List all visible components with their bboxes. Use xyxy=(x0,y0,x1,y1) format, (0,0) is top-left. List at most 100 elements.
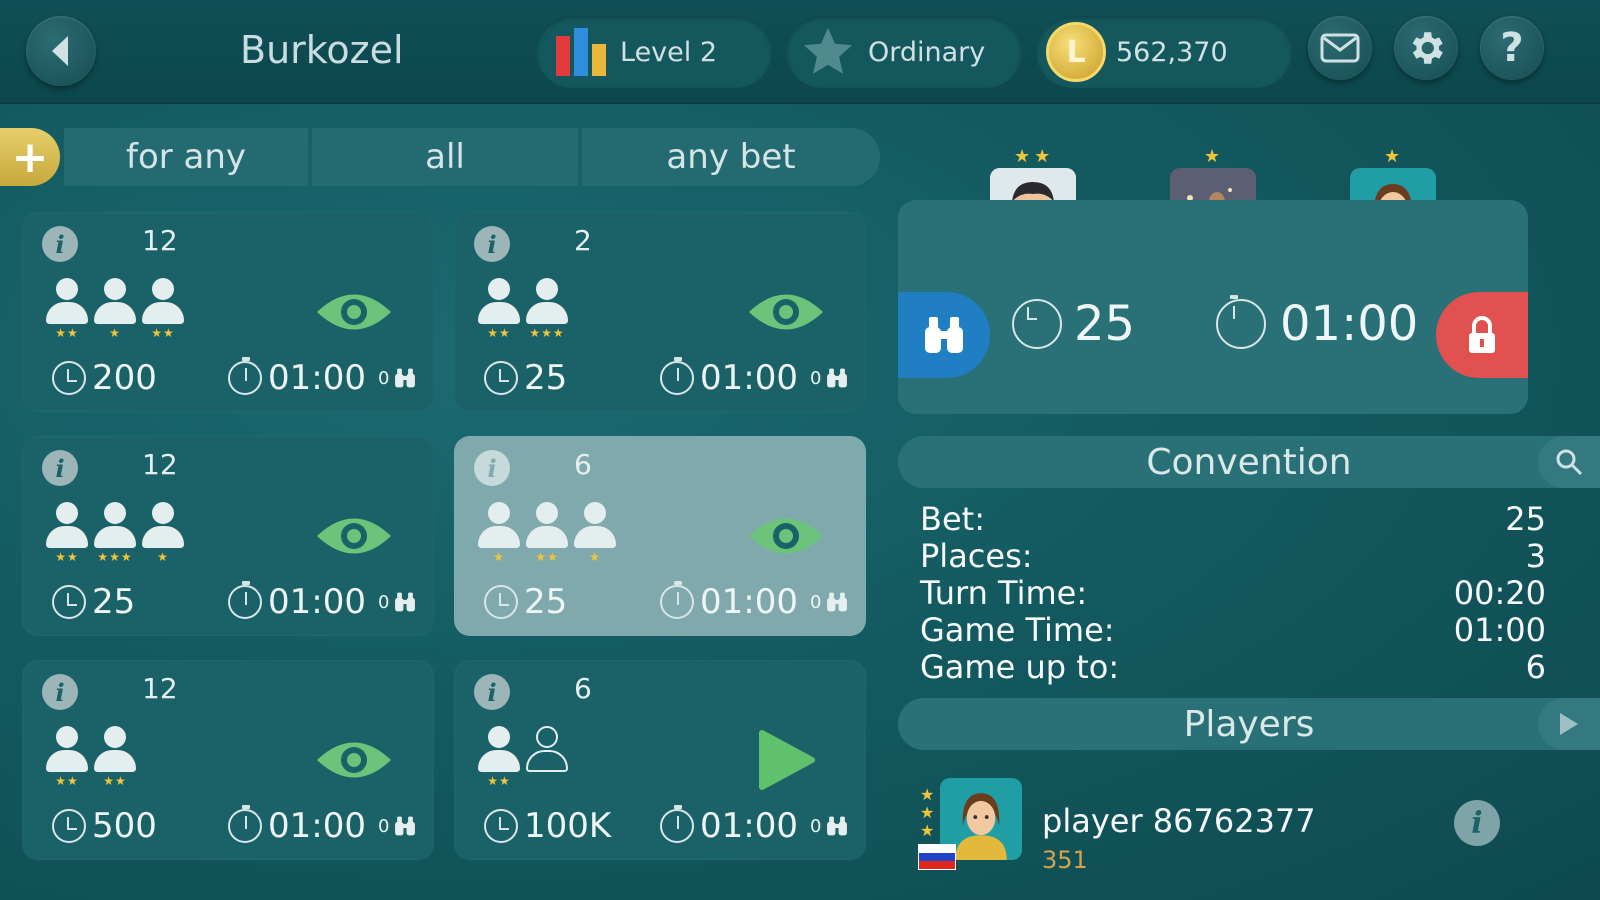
table-number: 6 xyxy=(574,672,592,705)
players-play-button[interactable] xyxy=(1538,698,1600,750)
settings-button[interactable] xyxy=(1394,16,1458,80)
convention-label: Game Time: xyxy=(920,611,1115,649)
player-slot-icon: ★★★ xyxy=(92,502,138,566)
watch-button[interactable] xyxy=(314,280,394,344)
filter-type[interactable]: all xyxy=(312,128,578,186)
player-slot-icon: ★★★ xyxy=(524,278,570,342)
table-players: ★★ xyxy=(476,726,570,790)
table-info-button[interactable]: i xyxy=(474,674,510,710)
player-slot-stars: ★ xyxy=(589,550,601,564)
table-bet: 25 xyxy=(1012,296,1135,352)
table-time-value: 01:00 xyxy=(268,358,366,398)
bet-clock-icon xyxy=(52,809,86,843)
rank-pill[interactable]: Ordinary xyxy=(786,16,1022,88)
coins-pill[interactable]: L 562,370 xyxy=(1036,16,1292,88)
selected-table-panel: 25 01:00 xyxy=(898,200,1528,414)
table-info-button[interactable]: i xyxy=(474,450,510,486)
player-slot-icon: ★ xyxy=(476,502,522,566)
table-card[interactable]: i 12 ★★ ★★★ ★ 25 01:00 0 xyxy=(22,436,434,636)
convention-search-button[interactable] xyxy=(1538,436,1600,488)
binoculars-icon xyxy=(395,368,416,388)
convention-row: Game Time: 01:00 xyxy=(920,611,1546,649)
bet-clock-icon xyxy=(484,809,518,843)
player-slot-stars: ★★ xyxy=(151,326,175,340)
table-time-value: 01:00 xyxy=(268,806,366,846)
player-stars: ★ ★ ★ xyxy=(920,785,935,840)
watch-button[interactable] xyxy=(314,504,394,568)
binoculars-icon xyxy=(827,592,848,612)
player-slot-stars: ★★ xyxy=(535,550,559,564)
table-players: ★★ ★ ★★ xyxy=(44,278,186,342)
filter-players[interactable]: for any xyxy=(64,128,308,186)
seat-3-stars: ★ xyxy=(1384,146,1405,167)
bet-clock-icon xyxy=(52,361,86,395)
player-name: player 86762377 xyxy=(1042,802,1316,840)
table-bet-value: 500 xyxy=(92,806,157,846)
level-label: Level 2 xyxy=(620,36,718,68)
player-flag xyxy=(918,844,956,870)
convention-title: Convention xyxy=(1146,441,1352,483)
table-info-button[interactable]: i xyxy=(474,226,510,262)
table-number: 12 xyxy=(142,224,178,257)
timer-icon xyxy=(660,581,694,619)
bet-clock-icon xyxy=(1012,299,1062,349)
table-number: 2 xyxy=(574,224,592,257)
eye-icon xyxy=(749,294,823,330)
add-table-button[interactable]: + xyxy=(0,128,60,186)
table-card[interactable]: i 12 ★★ ★★ 500 01:00 0 xyxy=(22,660,434,860)
seat-1-stars: ★★ xyxy=(1014,146,1055,167)
table-info-button[interactable]: i xyxy=(42,674,78,710)
help-button[interactable]: ? xyxy=(1480,16,1544,80)
table-info-button[interactable]: i xyxy=(42,226,78,262)
player-slot-stars: ★ xyxy=(109,326,121,340)
back-button[interactable] xyxy=(26,16,96,86)
player-slot-stars: ★ xyxy=(157,550,169,564)
table-time-value: 01:00 xyxy=(1280,296,1419,352)
player-slot-icon: ★★ xyxy=(92,726,138,790)
table-card[interactable]: i 2 ★★ ★★★ 25 01:00 0 xyxy=(454,212,866,412)
bet-clock-icon xyxy=(484,585,518,619)
watch-button[interactable] xyxy=(746,280,826,344)
spectate-button[interactable] xyxy=(898,292,990,378)
bet-clock-icon xyxy=(484,361,518,395)
table-bet-value: 25 xyxy=(524,582,568,622)
table-time-value: 01:00 xyxy=(700,358,798,398)
spectator-count: 0 xyxy=(810,591,822,613)
mail-button[interactable] xyxy=(1308,16,1372,80)
table-card[interactable]: i 12 ★★ ★ ★★ 200 01:00 0 xyxy=(22,212,434,412)
player-slot-icon: ★★ xyxy=(476,278,522,342)
table-info-button[interactable]: i xyxy=(42,450,78,486)
convention-label: Places: xyxy=(920,537,1033,575)
convention-value: 25 xyxy=(1505,500,1546,538)
player-slot-stars: ★ xyxy=(493,550,505,564)
lock-button[interactable] xyxy=(1436,292,1528,378)
level-pill[interactable]: Level 2 xyxy=(536,16,772,88)
player-info-button[interactable]: i xyxy=(1454,800,1500,846)
table-bet-value: 25 xyxy=(92,582,136,622)
table-stats: 100K 01:00 0 xyxy=(484,805,849,846)
player-slot-icon: ★★ xyxy=(524,502,570,566)
player-score: 351 xyxy=(1042,846,1088,874)
eye-icon xyxy=(749,518,823,554)
player-slot-icon xyxy=(524,726,570,790)
filter-bet[interactable]: any bet xyxy=(582,128,880,186)
watch-button[interactable] xyxy=(746,504,826,568)
players-header: Players xyxy=(898,698,1600,750)
timer-icon xyxy=(660,357,694,395)
convention-header: Convention xyxy=(898,436,1600,488)
table-bet-value: 25 xyxy=(524,358,568,398)
play-button[interactable] xyxy=(746,728,826,792)
player-slot-stars: ★★★ xyxy=(97,550,133,564)
eye-icon xyxy=(317,742,391,778)
player-slot-stars: ★★ xyxy=(55,326,79,340)
player-slot-icon: ★ xyxy=(140,502,186,566)
convention-label: Turn Time: xyxy=(920,574,1088,612)
top-bar: Burkozel Level 2 Ordinary L 562,370 ? xyxy=(0,0,1600,104)
table-card[interactable]: i 6 ★★ 100K 01:00 0 xyxy=(454,660,866,860)
eye-icon xyxy=(317,294,391,330)
convention-value: 00:20 xyxy=(1453,574,1546,612)
page-title: Burkozel xyxy=(240,28,404,72)
watch-button[interactable] xyxy=(314,728,394,792)
table-card[interactable]: i 6 ★ ★★ ★ 25 01:00 0 xyxy=(454,436,866,636)
binoculars-icon xyxy=(925,317,963,353)
